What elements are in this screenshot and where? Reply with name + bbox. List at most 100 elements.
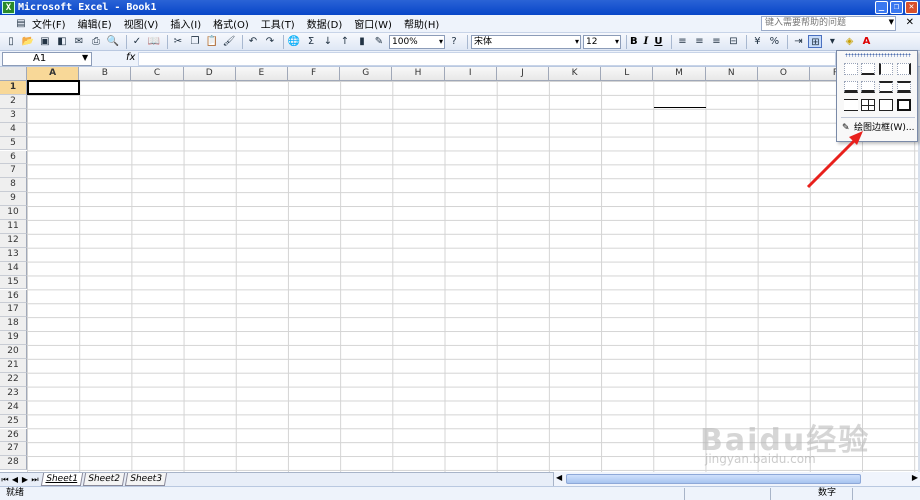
row-header[interactable]: 8 (0, 178, 27, 193)
italic-button[interactable]: I (644, 36, 649, 47)
font-select[interactable]: 宋体 (471, 34, 581, 49)
format-painter-icon[interactable]: 🖌 (222, 35, 236, 48)
menu-file[interactable]: 文件(F) (32, 16, 66, 31)
fill-color-icon[interactable]: ◈ (842, 35, 856, 48)
bottom-border-icon[interactable] (861, 63, 875, 75)
row-header[interactable]: 18 (0, 317, 27, 332)
menu-data[interactable]: 数据(D) (307, 16, 343, 31)
help-search-input[interactable]: 键入需要帮助的问题 (761, 16, 896, 31)
row-header[interactable]: 22 (0, 372, 27, 387)
drawing-icon[interactable]: ✎ (372, 35, 386, 48)
row-header[interactable]: 24 (0, 400, 27, 415)
row-header[interactable]: 14 (0, 261, 27, 276)
sheet-tab-3[interactable]: Sheet3 (124, 473, 167, 486)
outside-borders-icon[interactable] (879, 99, 893, 111)
row-header[interactable]: 5 (0, 136, 27, 151)
zoom-select[interactable]: 100% (389, 34, 445, 49)
right-border-icon[interactable] (897, 63, 911, 75)
row-header[interactable]: 13 (0, 247, 27, 262)
row-header[interactable]: 9 (0, 192, 27, 207)
chart-wizard-icon[interactable]: ▮ (355, 35, 369, 48)
row-header[interactable]: 12 (0, 233, 27, 248)
increase-indent-icon[interactable]: ⇥ (791, 35, 805, 48)
column-header[interactable]: B (79, 67, 132, 81)
no-border-icon[interactable] (844, 63, 858, 75)
paste-icon[interactable]: 📋 (205, 35, 219, 48)
currency-icon[interactable]: ¥ (750, 35, 764, 48)
close-button[interactable]: ✕ (905, 1, 918, 14)
align-right-icon[interactable]: ≡ (709, 35, 723, 48)
column-header[interactable]: A (27, 67, 80, 81)
thick-box-border-icon[interactable] (897, 99, 911, 111)
row-header[interactable]: 26 (0, 428, 27, 443)
chevron-down-icon[interactable]: ▼ (889, 18, 894, 26)
undo-icon[interactable]: ↶ (246, 35, 260, 48)
sort-ascending-icon[interactable]: ↓ (321, 35, 335, 48)
chevron-down-icon[interactable]: ▼ (82, 53, 88, 62)
hyperlink-icon[interactable]: 🌐 (287, 35, 301, 48)
research-icon[interactable]: 📖 (147, 35, 161, 48)
prev-sheet-icon[interactable]: ◀ (10, 475, 20, 484)
align-center-icon[interactable]: ≡ (692, 35, 706, 48)
row-header[interactable]: 7 (0, 164, 27, 179)
bold-button[interactable]: B (630, 36, 638, 47)
underline-button[interactable]: U (654, 36, 662, 47)
print-icon[interactable]: ⎙ (89, 35, 103, 48)
column-header[interactable]: C (131, 67, 184, 81)
row-header[interactable]: 2 (0, 94, 27, 109)
column-header[interactable]: O (757, 67, 810, 81)
row-header[interactable]: 20 (0, 345, 27, 359)
restore-button[interactable]: ❐ (890, 1, 903, 14)
row-header[interactable]: 28 (0, 456, 27, 471)
left-border-icon[interactable] (879, 63, 893, 75)
cut-icon[interactable]: ✂ (171, 35, 185, 48)
row-header[interactable]: 16 (0, 289, 27, 304)
menu-tools[interactable]: 工具(T) (261, 16, 295, 31)
active-cell[interactable] (27, 80, 80, 95)
column-header[interactable]: L (601, 67, 654, 81)
column-header[interactable]: D (183, 67, 236, 81)
font-size-select[interactable]: 12 (583, 34, 621, 49)
copy-icon[interactable]: ❐ (188, 35, 202, 48)
horizontal-scrollbar[interactable]: ◀ ▶ (553, 472, 920, 486)
sheet-tab-1[interactable]: Sheet1 (40, 473, 83, 486)
first-sheet-icon[interactable]: ⏮ (0, 475, 10, 485)
merge-center-icon[interactable]: ⊟ (726, 35, 740, 48)
open-icon[interactable]: 📂 (21, 35, 35, 48)
column-header[interactable]: E (235, 67, 288, 81)
row-header[interactable]: 10 (0, 206, 27, 220)
sheet-tab-2[interactable]: Sheet2 (82, 473, 125, 486)
row-header[interactable]: 27 (0, 442, 27, 457)
scroll-thumb[interactable] (566, 474, 861, 484)
close-icon[interactable]: ✕ (906, 17, 914, 28)
percent-button[interactable]: % (767, 35, 781, 48)
align-left-icon[interactable]: ≡ (675, 35, 689, 48)
row-header[interactable]: 23 (0, 386, 27, 401)
column-header[interactable]: H (392, 67, 445, 81)
sort-descending-icon[interactable]: ↑ (338, 35, 352, 48)
borders-icon[interactable]: ⊞ (808, 35, 823, 48)
top-double-bottom-border-icon[interactable] (844, 99, 858, 111)
menu-edit[interactable]: 编辑(E) (78, 16, 112, 31)
column-header[interactable]: K (549, 67, 602, 81)
save-icon[interactable]: ▣ (38, 35, 52, 48)
drag-grip-icon[interactable] (845, 53, 911, 57)
row-header[interactable]: 1 (0, 81, 27, 95)
autosum-icon[interactable]: Σ (304, 35, 318, 48)
column-header[interactable]: F (288, 67, 341, 81)
column-header[interactable]: N (705, 67, 758, 81)
row-header[interactable]: 6 (0, 150, 27, 165)
redo-icon[interactable]: ↷ (263, 35, 277, 48)
spelling-icon[interactable]: ✓ (130, 35, 144, 48)
scroll-right-icon[interactable]: ▶ (912, 473, 918, 482)
formula-input[interactable] (138, 52, 836, 66)
menu-view[interactable]: 视图(V) (124, 16, 159, 31)
row-header[interactable]: 25 (0, 414, 27, 429)
scroll-left-icon[interactable]: ◀ (556, 473, 562, 482)
row-header[interactable]: 21 (0, 359, 27, 373)
font-color-icon[interactable]: A (859, 35, 873, 48)
menu-window[interactable]: 窗口(W) (354, 16, 392, 31)
menu-insert[interactable]: 插入(I) (170, 16, 201, 31)
column-header[interactable]: G (340, 67, 393, 81)
column-header[interactable]: J (496, 67, 549, 81)
